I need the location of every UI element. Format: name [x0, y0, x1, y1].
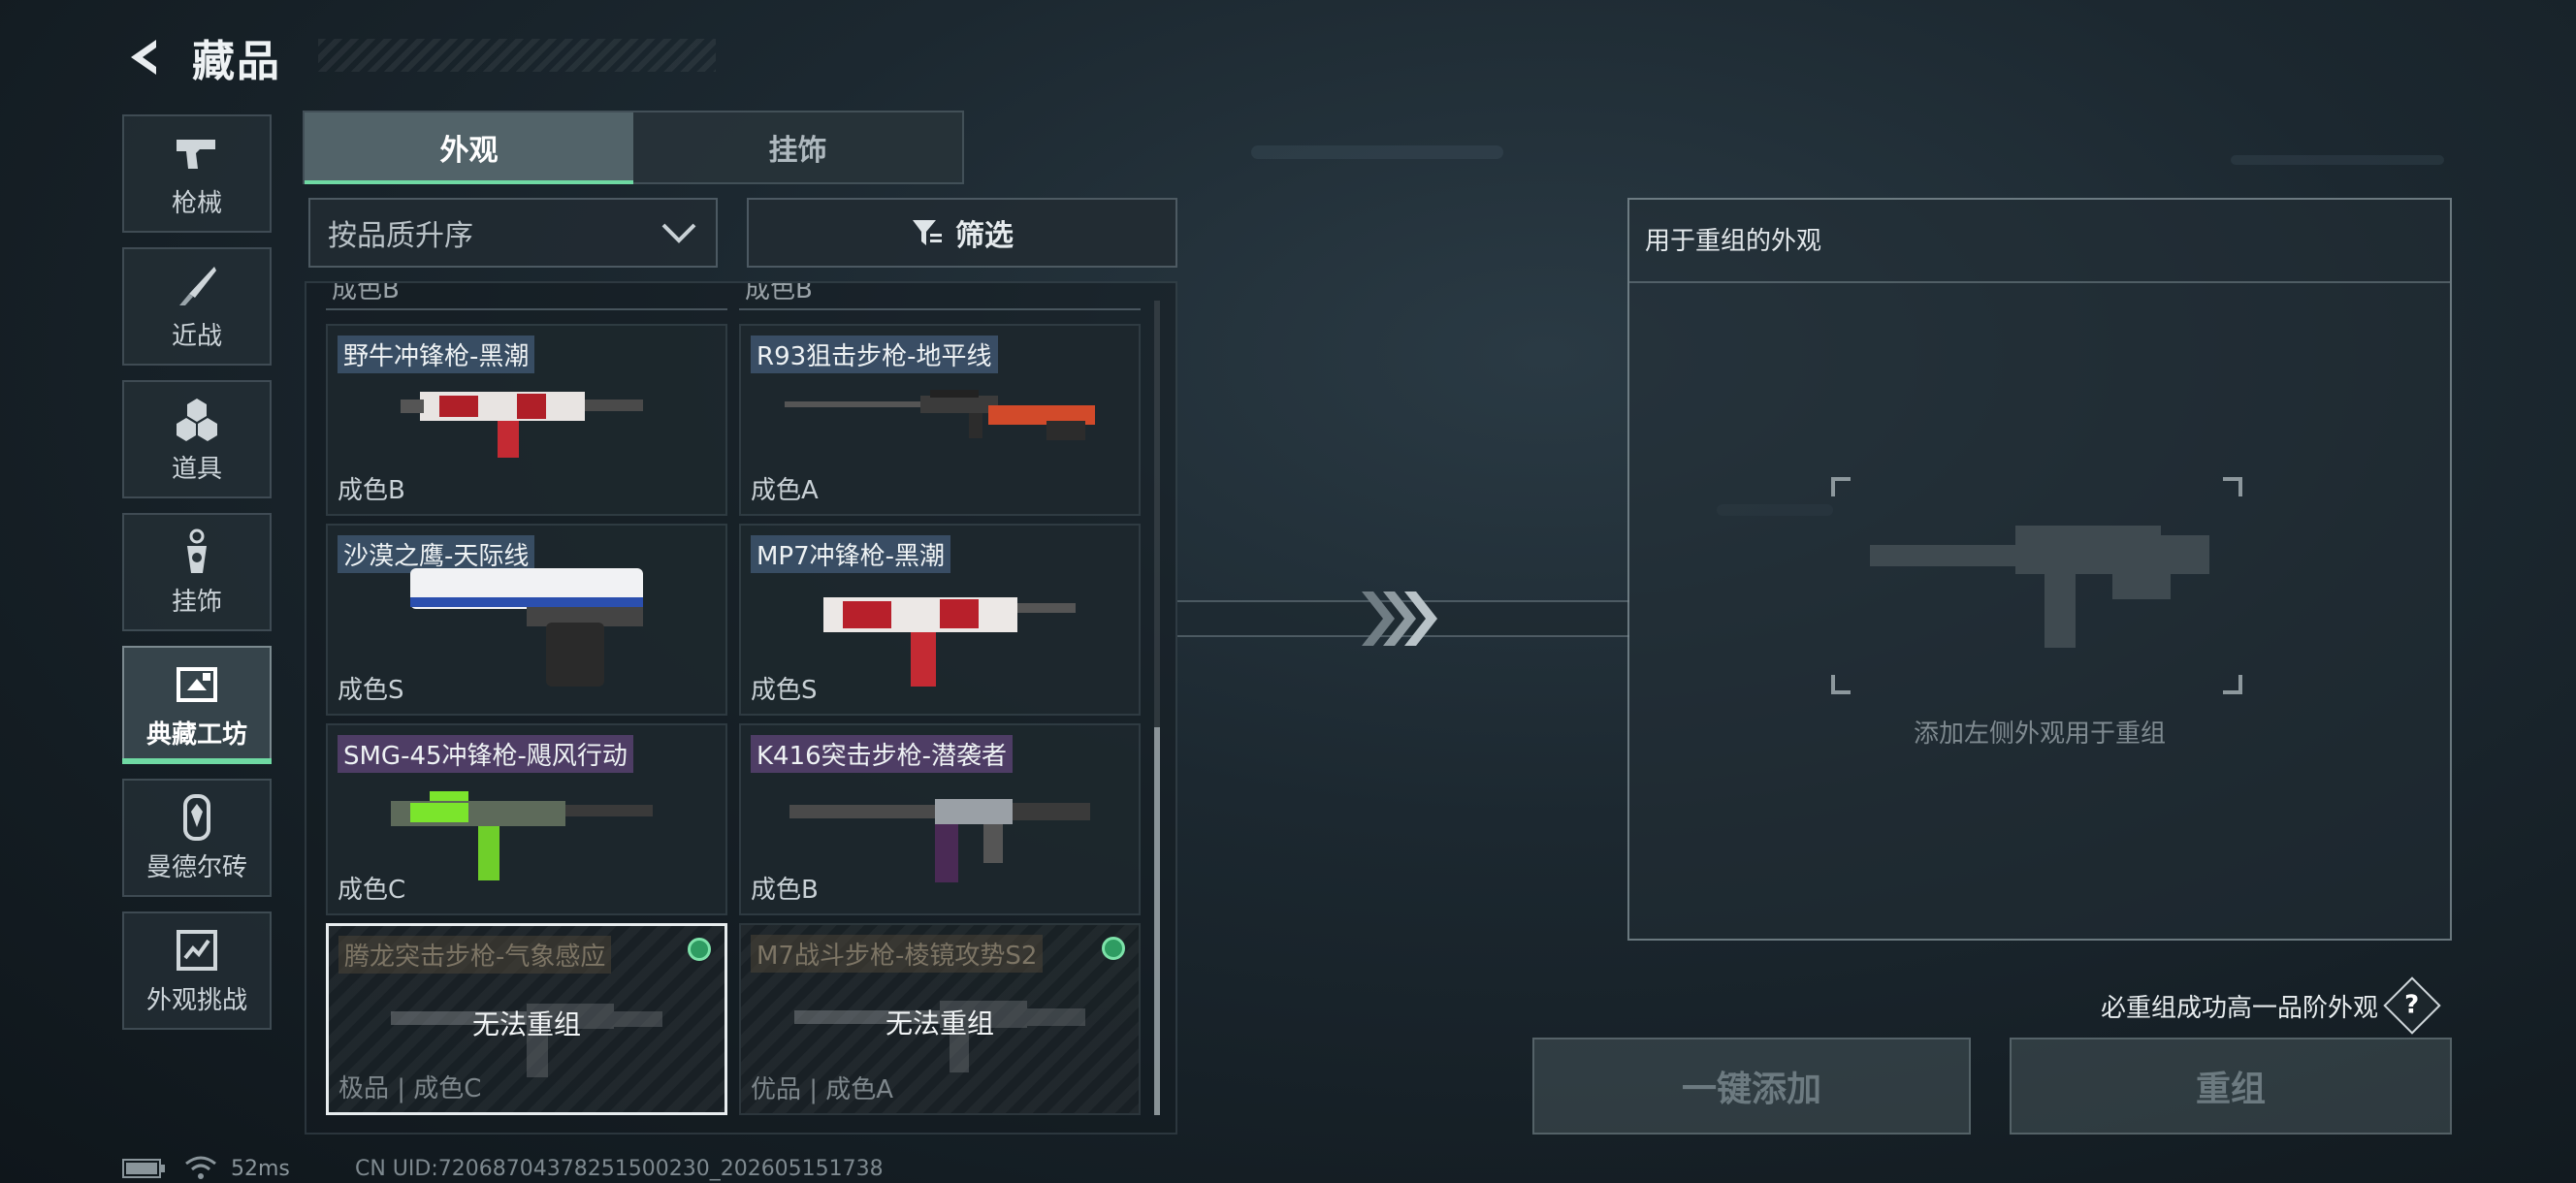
- card-name: SMG-45冲锋枪-飓风行动: [338, 735, 633, 773]
- category-melee[interactable]: 近战: [122, 247, 272, 366]
- owned-status-icon: [688, 938, 711, 961]
- sort-label: 按品质升序: [328, 219, 473, 253]
- title-decoration: [318, 39, 716, 72]
- card-grade: 成色B: [745, 281, 813, 304]
- category-label: 曼德尔砖: [145, 852, 247, 882]
- background-streak: [2231, 155, 2444, 165]
- mandel-brick-icon: [173, 793, 221, 842]
- divider: [739, 308, 1141, 310]
- list-scrollbar-thumb[interactable]: [1154, 727, 1160, 1115]
- back-button[interactable]: [124, 35, 169, 80]
- category-label: 外观挑战: [145, 985, 247, 1015]
- cannot-reorganize-label: 无法重组: [885, 1007, 994, 1039]
- category-workshop[interactable]: 典藏工坊: [122, 646, 272, 764]
- challenge-icon: [173, 926, 221, 975]
- smg-skin-image: [391, 791, 653, 880]
- skin-card[interactable]: SMG-45冲锋枪-飓风行动 成色C: [326, 723, 727, 915]
- card-name: MP7冲锋枪-黑潮: [751, 535, 951, 573]
- category-guns[interactable]: 枪械: [122, 114, 272, 233]
- skin-card[interactable]: MP7冲锋枪-黑潮 成色S: [739, 524, 1141, 716]
- uid-label: CN UID:720687043782515002​30_20260515173…: [355, 1157, 884, 1181]
- wifi-icon: [185, 1156, 216, 1179]
- tab-bar: 外观 挂饰: [303, 111, 964, 184]
- owned-status-icon: [1102, 937, 1125, 960]
- filter-icon: [913, 220, 942, 245]
- skin-card-locked[interactable]: 腾龙突击步枪-气象感应 无法重组 极品 | 成色C: [326, 923, 727, 1115]
- pistol-icon: [173, 129, 221, 177]
- category-label: 典藏工坊: [145, 719, 247, 750]
- category-challenge[interactable]: 外观挑战: [122, 911, 272, 1030]
- skin-list[interactable]: 成色B 成色B 野牛冲锋枪-黑潮 成色B R93狙击步枪-地平线 成色A 沙漠之…: [305, 281, 1177, 1135]
- card-name: K416突击步枪-潜袭者: [751, 735, 1014, 773]
- help-button[interactable]: ?: [2383, 976, 2441, 1035]
- sort-dropdown[interactable]: 按品质升序: [308, 198, 718, 268]
- rifle-skin-image: [789, 799, 1090, 882]
- chevron-down-icon: [661, 223, 696, 243]
- card-grade: 优品 | 成色A: [751, 1075, 894, 1104]
- category-items[interactable]: 道具: [122, 380, 272, 498]
- skin-card[interactable]: K416突击步枪-潜袭者 成色B: [739, 723, 1141, 915]
- card-grade: 成色A: [751, 476, 819, 505]
- battery-icon: [122, 1159, 165, 1178]
- hexagon-items-icon: [173, 395, 221, 443]
- card-name: 腾龙突击步枪-气象感应: [338, 936, 612, 974]
- category-label: 道具: [171, 454, 222, 484]
- divider: [326, 308, 727, 310]
- smg-skin-image: [401, 392, 643, 458]
- skin-card[interactable]: 野牛冲锋枪-黑潮 成色B: [326, 324, 727, 516]
- card-name: M7战斗步枪-棱镜攻势S2: [751, 935, 1044, 973]
- workshop-icon: [173, 660, 221, 709]
- card-grade: 极品 | 成色C: [338, 1074, 482, 1103]
- status-bar: 52ms: [122, 1154, 290, 1183]
- card-grade: 成色B: [332, 281, 400, 304]
- skin-card[interactable]: R93狙击步枪-地平线 成色A: [739, 324, 1141, 516]
- sniper-skin-image: [785, 390, 1095, 440]
- reorganize-panel: 用于重组的外观 添加左侧外观用于重组: [1627, 198, 2452, 941]
- category-label: 挂饰: [171, 587, 222, 617]
- card-name: R93狙击步枪-地平线: [751, 336, 998, 373]
- cannot-reorganize-label: 无法重组: [471, 1008, 581, 1040]
- list-scrollbar[interactable]: [1154, 301, 1160, 1115]
- empty-skin-slot[interactable]: [1831, 477, 2242, 694]
- card-grade: 成色B: [751, 876, 819, 905]
- add-all-button[interactable]: 一键添加: [1532, 1038, 1971, 1135]
- reorganize-button[interactable]: 重组: [2010, 1038, 2452, 1135]
- category-label: 近战: [171, 321, 222, 351]
- ping-label: 52ms: [231, 1156, 290, 1181]
- help-icon: ?: [2404, 991, 2420, 1020]
- back-chevron-icon: [131, 40, 156, 75]
- reorganize-hint: 添加左侧外观用于重组: [1913, 719, 2166, 749]
- divider: [1629, 281, 2450, 283]
- filter-button[interactable]: 筛选: [747, 198, 1177, 268]
- card-grade: 成色S: [338, 676, 404, 705]
- page-header: 藏品: [124, 23, 716, 91]
- pistol-skin-image: [410, 568, 643, 687]
- skin-card[interactable]: 沙漠之鹰-天际线 成色S: [326, 524, 727, 716]
- tab-appearance[interactable]: 外观: [305, 112, 633, 184]
- card-grade: 成色S: [751, 676, 818, 705]
- guarantee-row: 必重组成功高一品阶外观 ?: [2101, 976, 2441, 1035]
- category-charms[interactable]: 挂饰: [122, 513, 272, 631]
- skin-card-locked[interactable]: M7战斗步枪-棱镜攻势S2 无法重组 优品 | 成色A: [739, 923, 1141, 1115]
- reorganize-panel-title: 用于重组的外观: [1645, 227, 1822, 256]
- category-mandel-brick[interactable]: 曼德尔砖: [122, 779, 272, 897]
- transfer-arrows-icon: [1177, 592, 1629, 646]
- card-name: 野牛冲锋枪-黑潮: [338, 336, 535, 373]
- filter-label: 筛选: [955, 219, 1014, 253]
- page-title: 藏品: [192, 37, 281, 86]
- tab-charms[interactable]: 挂饰: [633, 112, 962, 182]
- guarantee-text: 必重组成功高一品阶外观: [2101, 993, 2379, 1023]
- charm-icon: [173, 528, 221, 576]
- card-grade: 成色C: [338, 876, 406, 905]
- knife-icon: [173, 262, 221, 310]
- partial-row: 成色B 成色B: [306, 283, 1160, 312]
- smg-skin-image: [823, 597, 1076, 687]
- background-streak: [1251, 145, 1503, 159]
- category-label: 枪械: [171, 188, 222, 218]
- category-nav: 枪械 近战 道具 挂饰 典藏工坊 曼德尔砖 外观挑战: [122, 114, 272, 1044]
- card-grade: 成色B: [338, 476, 405, 505]
